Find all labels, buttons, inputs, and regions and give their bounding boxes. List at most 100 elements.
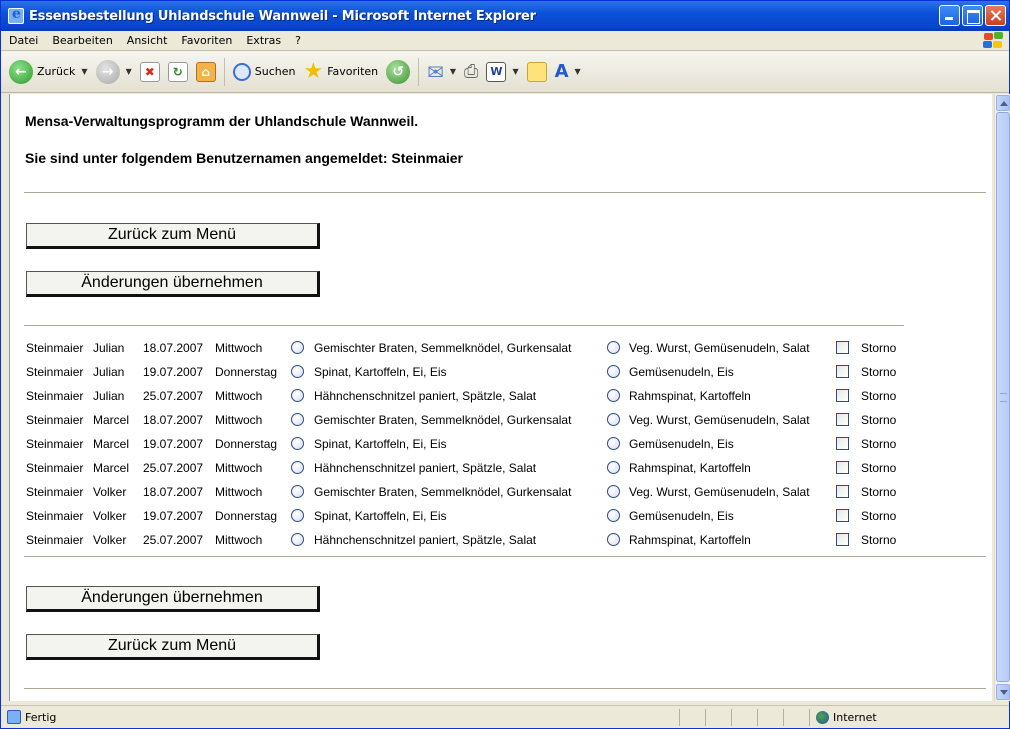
zone-cell: Internet xyxy=(809,709,989,726)
research-button[interactable]: A ▼ xyxy=(555,61,581,82)
back-to-menu-button[interactable]: Zurück zum Menü xyxy=(26,223,320,249)
meal2-label: Rahmspinat, Kartoffeln xyxy=(629,461,751,475)
meal2-radio[interactable] xyxy=(607,485,620,498)
status-cell xyxy=(783,709,808,726)
globe-icon xyxy=(816,711,829,724)
divider xyxy=(24,325,904,326)
first-name: Volker xyxy=(93,485,127,499)
maximize-button[interactable] xyxy=(962,5,983,26)
meal1-radio[interactable] xyxy=(291,533,304,546)
minimize-button[interactable] xyxy=(939,5,960,26)
first-name: Volker xyxy=(93,509,127,523)
history-icon[interactable]: ↺ xyxy=(386,59,411,84)
meal2-radio[interactable] xyxy=(607,437,620,450)
menu-datei[interactable]: Datei xyxy=(9,34,38,47)
storno-checkbox[interactable] xyxy=(836,509,849,522)
meal2-label: Rahmspinat, Kartoffeln xyxy=(629,389,751,403)
order-date: 19.07.2007 xyxy=(143,509,204,523)
storno-checkbox[interactable] xyxy=(836,485,849,498)
back-button[interactable]: ← Zurück ▼ xyxy=(9,59,88,84)
storno-checkbox[interactable] xyxy=(836,341,849,354)
storno-label: Storno xyxy=(861,437,897,451)
divider xyxy=(24,688,986,689)
page-content: Mensa-Verwaltungsprogramm der Uhlandschu… xyxy=(9,94,992,701)
meal2-radio[interactable] xyxy=(607,389,620,402)
meal1-radio[interactable] xyxy=(291,389,304,402)
scroll-down-icon[interactable] xyxy=(996,684,1010,700)
meal2-radio[interactable] xyxy=(607,509,620,522)
last-name: Steinmaier xyxy=(26,533,84,547)
menu-favoriten[interactable]: Favoriten xyxy=(181,34,232,47)
toolbar-separator xyxy=(418,57,420,86)
weekday: Mittwoch xyxy=(215,461,263,475)
refresh-icon[interactable]: ↻ xyxy=(167,61,188,82)
storno-checkbox[interactable] xyxy=(836,461,849,474)
forward-button[interactable]: → ▼ xyxy=(95,59,132,84)
menu-ansicht[interactable]: Ansicht xyxy=(127,34,168,47)
meal1-label: Gemischter Braten, Semmelknödel, Gurkens… xyxy=(314,413,572,427)
first-name: Julian xyxy=(93,389,125,403)
meal1-radio[interactable] xyxy=(291,485,304,498)
menu-extras[interactable]: Extras xyxy=(246,34,281,47)
storno-checkbox[interactable] xyxy=(836,437,849,450)
print-icon[interactable]: ⎙ xyxy=(464,61,478,82)
mail-button[interactable]: ✉ ▼ xyxy=(427,60,456,84)
menu-bearbeiten[interactable]: Bearbeiten xyxy=(52,34,112,47)
mail-icon: ✉ xyxy=(427,59,444,84)
last-name: Steinmaier xyxy=(26,365,84,379)
storno-label: Storno xyxy=(861,341,897,355)
stop-icon[interactable]: ✖ xyxy=(139,61,160,82)
weekday: Mittwoch xyxy=(215,413,263,427)
meal2-radio[interactable] xyxy=(607,365,620,378)
meal2-label: Veg. Wurst, Gemüsenudeln, Salat xyxy=(629,485,810,499)
star-icon: ★ xyxy=(303,58,324,84)
favorites-button[interactable]: ★ Favoriten xyxy=(303,58,379,84)
meal1-radio[interactable] xyxy=(291,341,304,354)
favorites-label: Favoriten xyxy=(327,65,379,78)
search-button[interactable]: Suchen xyxy=(232,62,295,81)
edit-word-button[interactable]: W ▼ xyxy=(486,61,519,82)
order-date: 18.07.2007 xyxy=(143,485,204,499)
first-name: Volker xyxy=(93,533,127,547)
order-date: 18.07.2007 xyxy=(143,341,204,355)
close-button[interactable] xyxy=(985,5,1006,26)
chevron-down-icon: ▼ xyxy=(512,67,519,76)
research-icon: A xyxy=(554,61,569,82)
back-arrow-icon: ← xyxy=(9,59,33,84)
divider xyxy=(24,556,986,557)
meal2-radio[interactable] xyxy=(607,341,620,354)
last-name: Steinmaier xyxy=(26,437,84,451)
storno-label: Storno xyxy=(861,389,897,403)
divider xyxy=(24,192,986,193)
title-bar[interactable]: Essensbestellung Uhlandschule Wannweil -… xyxy=(1,1,1009,31)
apply-changes-button-bottom[interactable]: Änderungen übernehmen xyxy=(26,586,320,612)
meal1-radio[interactable] xyxy=(291,461,304,474)
scroll-up-icon[interactable] xyxy=(996,95,1010,111)
chevron-down-icon: ▼ xyxy=(574,67,581,76)
toolbar-separator xyxy=(223,57,225,86)
scroll-thumb[interactable] xyxy=(996,112,1010,682)
storno-checkbox[interactable] xyxy=(836,413,849,426)
menu-help[interactable]: ? xyxy=(295,34,301,47)
storno-label: Storno xyxy=(861,461,897,475)
storno-checkbox[interactable] xyxy=(836,533,849,546)
back-label: Zurück xyxy=(37,65,76,78)
last-name: Steinmaier xyxy=(26,413,84,427)
meal2-radio[interactable] xyxy=(607,413,620,426)
meal2-radio[interactable] xyxy=(607,533,620,546)
vertical-scrollbar[interactable] xyxy=(994,94,1010,701)
back-to-menu-button-bottom[interactable]: Zurück zum Menü xyxy=(26,634,320,660)
storno-checkbox[interactable] xyxy=(836,365,849,378)
apply-changes-button[interactable]: Änderungen übernehmen xyxy=(26,271,320,297)
meal1-radio[interactable] xyxy=(291,413,304,426)
home-icon[interactable]: ⌂ xyxy=(195,61,216,82)
meal2-radio[interactable] xyxy=(607,461,620,474)
word-icon: W xyxy=(486,61,507,82)
meal1-radio[interactable] xyxy=(291,437,304,450)
storno-checkbox[interactable] xyxy=(836,389,849,402)
meal1-radio[interactable] xyxy=(291,509,304,522)
order-date: 25.07.2007 xyxy=(143,389,204,403)
meal1-radio[interactable] xyxy=(291,365,304,378)
note-icon[interactable] xyxy=(526,61,547,82)
chevron-down-icon: ▼ xyxy=(449,67,457,76)
